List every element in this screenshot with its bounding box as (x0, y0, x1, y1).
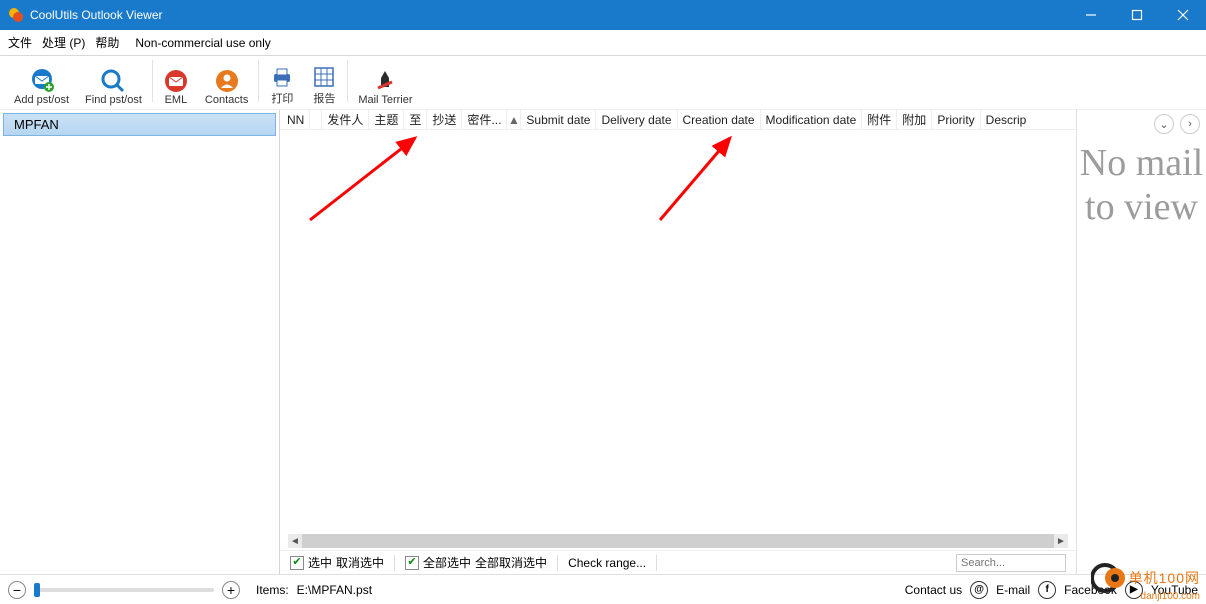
column-headers: NN 发件人 主题 至 抄送 密件... ▲ Submit date Deliv… (280, 110, 1076, 130)
scroll-left-icon[interactable]: ◄ (288, 536, 302, 547)
folder-tree[interactable]: MPFAN (0, 110, 280, 574)
status-bar: − + Items: E:\MPFAN.pst Contact us @ E-m… (0, 574, 1206, 604)
sort-indicator-icon[interactable]: ▲ (507, 110, 521, 129)
search-input[interactable] (956, 554, 1066, 572)
col-creation-date[interactable]: Creation date (678, 110, 761, 129)
selection-toolbar: ✔ 选中 取消选中 ✔ 全部选中 全部取消选中 Check range... (280, 550, 1076, 574)
annotation-arrow-icon (650, 130, 750, 230)
col-to[interactable]: 至 (404, 110, 427, 129)
zoom-slider[interactable] (34, 588, 214, 592)
menu-help[interactable]: 帮助 (95, 34, 119, 51)
col-modification-date[interactable]: Modification date (761, 110, 863, 129)
contacts-icon (214, 68, 240, 94)
no-mail-message: No mail to view (1077, 142, 1206, 229)
report-button[interactable]: 报告 (303, 58, 345, 106)
col-submit-date[interactable]: Submit date (521, 110, 596, 129)
print-icon (269, 64, 295, 90)
col-sender[interactable]: 发件人 (322, 110, 369, 129)
title-bar: CoolUtils Outlook Viewer (0, 0, 1206, 30)
mail-list-panel: NN 发件人 主题 至 抄送 密件... ▲ Submit date Deliv… (280, 110, 1076, 574)
scroll-right-icon[interactable]: ► (1054, 536, 1068, 547)
contacts-button[interactable]: Contacts (197, 58, 256, 106)
youtube-link[interactable]: YouTube (1151, 583, 1198, 597)
chevron-down-icon: ⌄ (1159, 118, 1168, 131)
eml-icon (163, 68, 189, 94)
print-button[interactable]: 打印 (261, 58, 303, 106)
email-at-icon: @ (970, 581, 988, 599)
items-label: Items: (256, 583, 289, 597)
deselect-all-button[interactable]: 全部取消选中 (475, 554, 547, 571)
col-nn[interactable]: NN (282, 110, 310, 129)
col-bcc[interactable]: 密件... (462, 110, 507, 129)
select-button[interactable]: 选中 (308, 554, 332, 571)
email-link[interactable]: E-mail (996, 583, 1030, 597)
minimize-button[interactable] (1068, 0, 1114, 30)
eml-button[interactable]: EML (155, 58, 197, 106)
annotation-arrow-icon (300, 130, 430, 230)
menu-license: Non-commercial use only (135, 36, 270, 50)
preview-pane: ⌄ › No mail to view (1076, 110, 1206, 574)
menu-file[interactable]: 文件 (8, 34, 32, 51)
chevron-down-button[interactable]: ⌄ (1154, 114, 1174, 134)
col-delivery-date[interactable]: Delivery date (596, 110, 677, 129)
chevron-right-icon: › (1188, 118, 1192, 130)
check-icon: ✔ (290, 556, 304, 570)
zoom-out-button[interactable]: − (8, 581, 26, 599)
find-pst-button[interactable]: Find pst/ost (77, 58, 150, 106)
toolbar: Add pst/ost Find pst/ost EML Contacts 打印… (0, 56, 1206, 110)
mail-terrier-button[interactable]: Mail Terrier (350, 58, 420, 106)
close-button[interactable] (1160, 0, 1206, 30)
col-attach1[interactable]: 附件 (862, 110, 897, 129)
horizontal-scrollbar[interactable]: ◄ ► (288, 534, 1068, 548)
report-icon (311, 64, 337, 90)
col-priority[interactable]: Priority (932, 110, 980, 129)
app-logo-icon (8, 7, 24, 23)
find-pst-icon (100, 68, 126, 94)
select-all-button[interactable]: 全部选中 (423, 554, 471, 571)
maximize-button[interactable] (1114, 0, 1160, 30)
col-subject[interactable]: 主题 (369, 110, 404, 129)
contact-us-link[interactable]: Contact us (905, 583, 962, 597)
folder-item[interactable]: MPFAN (3, 113, 276, 136)
items-path: E:\MPFAN.pst (297, 583, 372, 597)
check-icon: ✔ (405, 556, 419, 570)
youtube-icon: ▶ (1125, 581, 1143, 599)
menu-process[interactable]: 处理 (P) (42, 34, 85, 51)
zoom-in-button[interactable]: + (222, 581, 240, 599)
scroll-thumb[interactable] (302, 534, 1054, 548)
mail-list-body[interactable] (280, 130, 1076, 532)
add-pst-icon (29, 68, 55, 94)
col-description[interactable]: Descrip (981, 110, 1032, 129)
add-pst-button[interactable]: Add pst/ost (6, 58, 77, 106)
facebook-link[interactable]: Facebook (1064, 583, 1117, 597)
mail-terrier-icon (372, 68, 398, 94)
check-range-button[interactable]: Check range... (568, 556, 646, 570)
menu-bar: 文件 处理 (P) 帮助 Non-commercial use only (0, 30, 1206, 56)
deselect-button[interactable]: 取消选中 (336, 554, 384, 571)
chevron-right-button[interactable]: › (1180, 114, 1200, 134)
window-title: CoolUtils Outlook Viewer (30, 8, 1068, 22)
facebook-icon: f (1038, 581, 1056, 599)
col-cc[interactable]: 抄送 (427, 110, 462, 129)
col-attach2[interactable]: 附加 (897, 110, 932, 129)
